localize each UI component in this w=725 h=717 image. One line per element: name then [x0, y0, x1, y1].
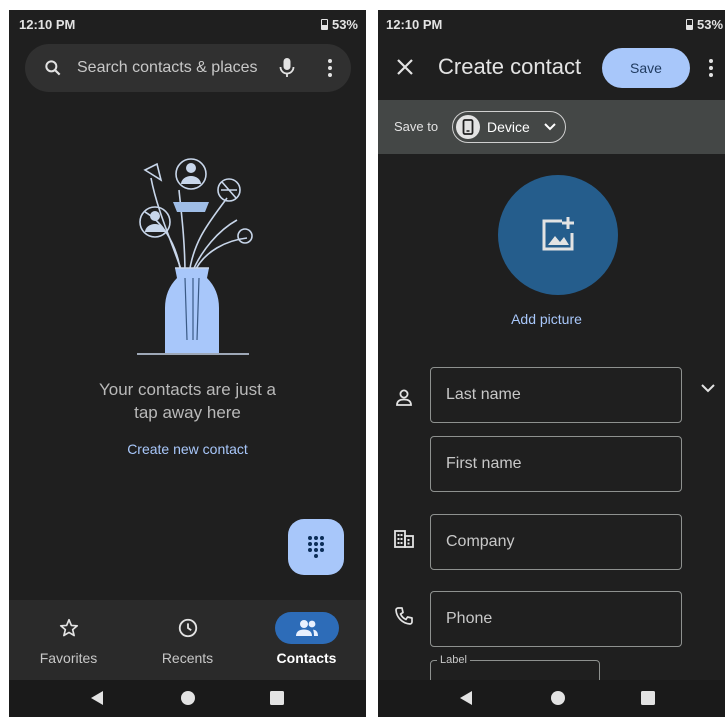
nav-recents[interactable]: Recents — [128, 600, 247, 680]
overview-icon[interactable] — [269, 690, 285, 706]
system-navigation-bar — [9, 680, 366, 717]
device-icon-wrap — [456, 115, 480, 139]
last-name-placeholder: Last name — [446, 386, 521, 403]
clock-icon — [178, 618, 198, 638]
nav-contacts[interactable]: Contacts — [247, 600, 366, 680]
account-chip[interactable]: Device — [452, 111, 566, 143]
mic-icon[interactable] — [277, 56, 297, 80]
dialpad-fab[interactable] — [288, 519, 344, 575]
nav-contacts-label: Contacts — [276, 650, 337, 666]
nav-recents-icon-wrap — [156, 612, 220, 644]
save-to-label: Save to — [394, 119, 439, 134]
bottom-navigation: Favorites Recents Contacts — [9, 600, 366, 680]
nav-favorites-icon-wrap — [37, 612, 101, 644]
chevron-down-icon — [544, 123, 556, 131]
last-name-field[interactable]: Last name — [430, 367, 682, 423]
search-icon — [45, 60, 61, 76]
phone-field[interactable]: Phone — [430, 591, 682, 647]
account-chip-label: Device — [487, 119, 530, 135]
status-time: 12:10 PM — [19, 17, 76, 32]
overview-icon[interactable] — [640, 690, 656, 706]
home-icon[interactable] — [550, 690, 566, 706]
first-name-placeholder: First name — [446, 455, 522, 472]
back-icon[interactable] — [459, 690, 473, 706]
nav-favorites-label: Favorites — [39, 650, 98, 666]
phone-icon — [395, 607, 413, 625]
expand-name-icon[interactable] — [700, 382, 716, 394]
company-field[interactable]: Company — [430, 514, 682, 570]
nav-contacts-icon-wrap — [275, 612, 339, 644]
add-photo-icon — [542, 217, 574, 251]
star-icon — [59, 618, 79, 637]
nav-recents-label: Recents — [161, 650, 214, 666]
battery-indicator: 53% — [686, 17, 723, 32]
create-contact-screen: 12:10 PM 53% Create contact Save Save to… — [378, 10, 725, 717]
company-placeholder: Company — [446, 533, 515, 550]
device-icon — [462, 119, 474, 135]
app-bar: Create contact Save — [378, 40, 725, 96]
status-bar: 12:10 PM 53% — [378, 10, 725, 40]
phone-placeholder: Phone — [446, 610, 493, 627]
more-options-icon[interactable] — [708, 58, 714, 78]
status-time: 12:10 PM — [386, 17, 443, 32]
battery-icon — [686, 19, 693, 30]
battery-indicator: 53% — [320, 17, 358, 32]
first-name-field[interactable]: First name — [430, 436, 682, 492]
system-navigation-bar — [378, 680, 725, 717]
battery-percent: 53% — [331, 17, 358, 32]
create-new-contact-link[interactable]: Create new contact — [9, 441, 366, 457]
more-options-icon[interactable] — [327, 58, 333, 78]
save-button[interactable]: Save — [602, 48, 690, 88]
page-title: Create contact — [438, 54, 582, 79]
search-bar[interactable]: Search contacts & places — [25, 44, 351, 92]
contacts-screen: 12:10 PM 53% Search contacts & places Yo… — [9, 10, 366, 717]
business-icon — [394, 530, 414, 548]
empty-contacts-illustration — [137, 158, 253, 355]
dialpad-icon — [308, 536, 324, 558]
back-icon[interactable] — [90, 690, 104, 706]
empty-state-message: Your contacts are just a tap away here — [9, 378, 366, 424]
person-icon — [396, 389, 412, 406]
empty-state-line2: tap away here — [134, 403, 241, 422]
people-icon — [296, 620, 318, 636]
close-icon[interactable] — [394, 56, 416, 78]
nav-favorites[interactable]: Favorites — [9, 600, 128, 680]
home-icon[interactable] — [180, 690, 196, 706]
add-picture-button[interactable] — [498, 175, 618, 295]
empty-state-line1: Your contacts are just a — [98, 380, 277, 399]
search-placeholder: Search contacts & places — [77, 59, 258, 76]
save-to-bar: Save to Device — [378, 100, 725, 154]
phone-label-legend: Label — [437, 654, 470, 666]
status-bar: 12:10 PM 53% — [9, 10, 366, 40]
battery-icon — [320, 19, 328, 30]
add-picture-label[interactable]: Add picture — [378, 311, 725, 327]
battery-percent: 53% — [697, 17, 724, 32]
